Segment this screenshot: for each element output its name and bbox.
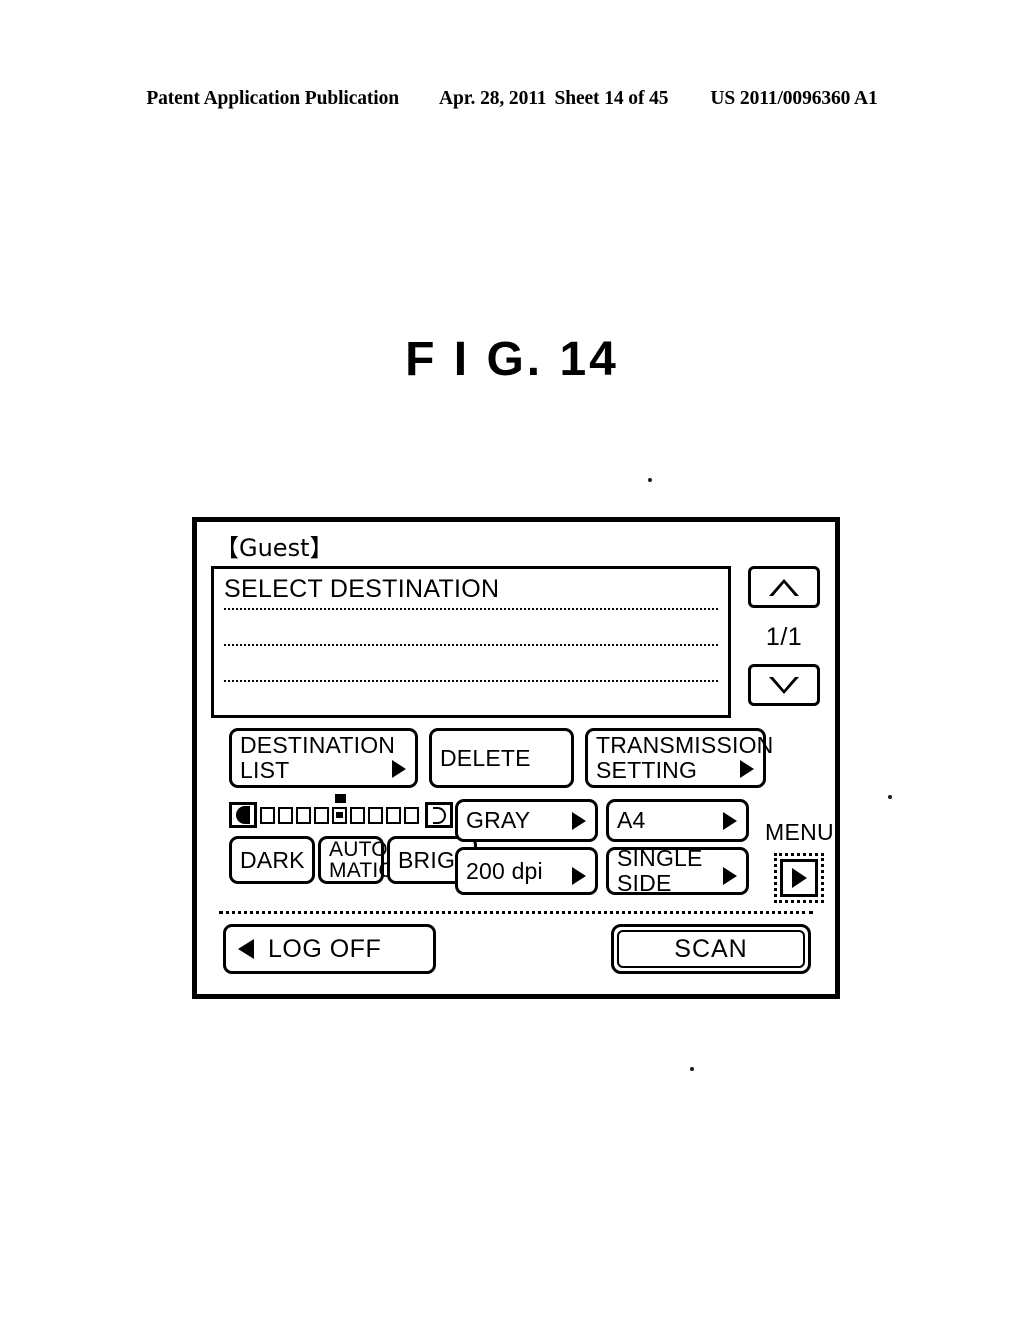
publication-date: Apr. 28, 2011 xyxy=(439,88,547,109)
color-mode-value: GRAY xyxy=(466,807,531,833)
triangle-down-icon xyxy=(769,676,800,694)
automatic-button[interactable]: AUTO- MATIC xyxy=(318,836,395,884)
resolution-dropdown[interactable]: 200 dpi xyxy=(455,847,598,895)
chevron-right-icon xyxy=(572,811,586,830)
chevron-right-icon xyxy=(572,867,586,885)
destination-list-button-label-1: DESTINATION xyxy=(240,732,396,758)
triangle-left-icon xyxy=(238,939,254,959)
destination-list-button-label-2: LIST xyxy=(240,757,290,783)
delete-button-label: DELETE xyxy=(440,744,531,771)
menu-button-focus-ring xyxy=(774,853,825,903)
page-indicator: 1/1 xyxy=(765,623,803,651)
half-circle-dark-icon xyxy=(229,802,257,828)
dark-button[interactable]: DARK xyxy=(229,836,315,884)
triangle-right-icon xyxy=(791,868,807,888)
density-step-5-selected[interactable] xyxy=(332,793,347,824)
density-step-1[interactable] xyxy=(260,806,275,824)
settings-zone: DARK AUTO- MATIC BRIGHT GRAY A4 200 dpi … xyxy=(229,793,834,903)
patent-page-header: Patent Application Publication Apr. 28, … xyxy=(0,88,1024,110)
triangle-up-icon xyxy=(769,578,800,596)
density-step-6[interactable] xyxy=(350,806,365,824)
scan-speck xyxy=(888,795,892,799)
scroll-column: 1/1 xyxy=(747,566,821,706)
transmission-setting-button[interactable]: TRANSMISSION SETTING xyxy=(585,728,774,788)
menu-label: MENU xyxy=(765,819,834,845)
destination-row[interactable] xyxy=(224,646,719,682)
publication-label: Patent Application Publication xyxy=(146,88,400,109)
destination-list-button[interactable]: DESTINATION LIST xyxy=(229,728,418,788)
chevron-right-icon xyxy=(723,811,737,830)
automatic-button-label-1: AUTO- xyxy=(329,838,395,861)
panel-inner: 【Guest】 SELECT DESTINATION 1/1 DESTINATI… xyxy=(197,522,835,994)
density-step-8[interactable] xyxy=(386,806,401,824)
scan-settings-grid: GRAY A4 200 dpi SINGLE SIDE xyxy=(455,799,749,896)
density-step-4[interactable] xyxy=(314,806,329,824)
tone-button-row: DARK AUTO- MATIC BRIGHT xyxy=(229,836,486,884)
density-slider[interactable] xyxy=(229,793,453,831)
color-mode-dropdown[interactable]: GRAY xyxy=(455,799,598,842)
duplex-dropdown[interactable]: SINGLE SIDE xyxy=(606,845,749,896)
transmission-setting-label-2: SETTING xyxy=(596,757,698,783)
scan-button-inner: SCAN xyxy=(617,930,805,968)
menu-column: MENU xyxy=(765,799,834,903)
chevron-right-icon xyxy=(392,760,406,778)
menu-button[interactable] xyxy=(780,859,819,897)
scan-button[interactable]: SCAN xyxy=(611,924,811,974)
scroll-down-button[interactable] xyxy=(748,664,821,706)
duplex-value-line-2: SIDE xyxy=(617,870,672,896)
density-step-7[interactable] xyxy=(368,806,383,824)
half-circle-light-icon xyxy=(425,802,453,828)
destination-region: SELECT DESTINATION 1/1 xyxy=(211,566,821,718)
density-step-3[interactable] xyxy=(296,806,311,824)
duplex-value-line-1: SINGLE xyxy=(617,845,703,871)
figure-title: F I G. 14 xyxy=(405,333,619,386)
density-column: DARK AUTO- MATIC BRIGHT xyxy=(229,793,486,884)
destination-list-box[interactable]: SELECT DESTINATION xyxy=(211,566,732,718)
destination-row[interactable] xyxy=(224,610,719,646)
logged-in-user-label: 【Guest】 xyxy=(215,534,334,562)
destination-list-title: SELECT DESTINATION xyxy=(224,575,500,603)
paper-size-value: A4 xyxy=(617,807,646,833)
chevron-right-icon xyxy=(723,867,737,885)
log-off-button-label: LOG OFF xyxy=(268,934,382,963)
scroll-up-button[interactable] xyxy=(748,566,821,608)
patent-number: US 2011/0096360 A1 xyxy=(710,88,878,109)
resolution-value: 200 dpi xyxy=(466,857,543,884)
action-button-row: DESTINATION LIST DELETE TRANSMISSION SET… xyxy=(229,728,821,788)
device-control-panel: 【Guest】 SELECT DESTINATION 1/1 DESTINATI… xyxy=(192,517,840,999)
scan-speck xyxy=(690,1067,694,1071)
dark-button-label: DARK xyxy=(240,846,305,873)
sheet-number: Sheet 14 of 45 xyxy=(554,88,669,109)
scan-button-label: SCAN xyxy=(674,934,748,963)
bottom-separator xyxy=(219,911,813,914)
transmission-setting-label-1: TRANSMISSION xyxy=(596,732,774,758)
density-step-2[interactable] xyxy=(278,806,293,824)
delete-button[interactable]: DELETE xyxy=(429,728,574,788)
log-off-button[interactable]: LOG OFF xyxy=(223,924,436,974)
scan-speck xyxy=(648,478,652,482)
paper-size-dropdown[interactable]: A4 xyxy=(606,799,749,842)
bottom-button-row: LOG OFF SCAN xyxy=(211,924,821,974)
density-step-9[interactable] xyxy=(404,806,419,824)
automatic-button-label-2: MATIC xyxy=(329,859,394,882)
chevron-right-icon xyxy=(740,760,754,778)
